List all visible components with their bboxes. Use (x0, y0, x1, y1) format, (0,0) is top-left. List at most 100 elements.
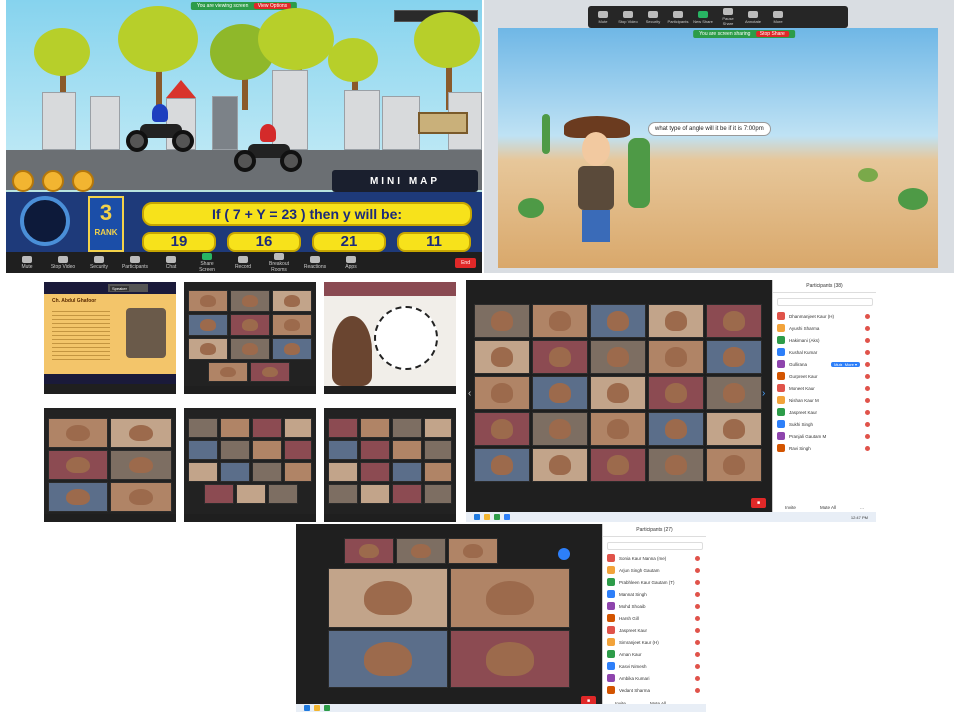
muted-microphone-icon[interactable] (865, 361, 870, 367)
participant-row[interactable]: Jaspreet Kaur (603, 624, 706, 636)
muted-microphone-icon[interactable] (865, 313, 870, 319)
muted-microphone-icon[interactable] (865, 349, 870, 355)
video-tile[interactable] (204, 484, 234, 504)
video-tile[interactable] (236, 484, 266, 504)
video-tile[interactable] (328, 462, 358, 482)
video-tile[interactable] (392, 484, 422, 504)
security-button[interactable]: Security (84, 255, 114, 270)
participant-row[interactable]: Mohd Shoaib (603, 600, 706, 612)
mute-button[interactable]: Mute (592, 10, 614, 24)
video-tile[interactable] (268, 484, 298, 504)
video-tile[interactable] (590, 376, 646, 410)
muted-microphone-icon[interactable] (865, 385, 870, 391)
participant-row[interactable]: Harsh Gill (603, 612, 706, 624)
muted-microphone-icon[interactable] (695, 639, 700, 645)
participants-button[interactable]: Participants (120, 255, 150, 270)
video-tile[interactable] (360, 462, 390, 482)
video-tile[interactable] (448, 538, 498, 564)
answer-option-2[interactable]: 16 (227, 232, 301, 252)
breakout-rooms-button[interactable]: Breakout Rooms (264, 252, 294, 273)
participant-search-input[interactable] (777, 298, 873, 306)
participant-row[interactable]: Arjun Singh Gautam (603, 564, 706, 576)
video-tile-large[interactable] (450, 630, 570, 688)
video-tile[interactable] (360, 484, 390, 504)
video-tile[interactable] (392, 462, 422, 482)
muted-microphone-icon[interactable] (865, 397, 870, 403)
muted-microphone-icon[interactable] (695, 615, 700, 621)
video-tile[interactable] (474, 376, 530, 410)
annotate-button[interactable]: Annotate (742, 10, 764, 24)
participant-row[interactable]: Gullirana Mute More ▾ (773, 358, 876, 370)
video-tile[interactable] (48, 418, 108, 448)
video-tile[interactable] (360, 440, 390, 460)
participant-row[interactable]: Jaspreet Kaur (773, 406, 876, 418)
video-tile-large[interactable] (328, 630, 448, 688)
chrome-icon[interactable] (494, 514, 500, 520)
video-tile[interactable] (424, 462, 452, 482)
video-tile[interactable] (474, 340, 530, 374)
previous-page-arrow-icon[interactable]: ‹ (468, 388, 471, 399)
end-meeting-button[interactable]: End (455, 257, 476, 268)
file-explorer-icon[interactable] (484, 514, 490, 520)
muted-microphone-icon[interactable] (695, 579, 700, 585)
participant-row[interactable]: Mannat Singh (603, 588, 706, 600)
end-meeting-button[interactable]: ■ (750, 498, 766, 508)
sound-button[interactable] (12, 170, 34, 192)
video-tile[interactable] (532, 412, 588, 446)
file-explorer-icon[interactable] (314, 705, 320, 711)
participant-row[interactable]: Sonia Kaur Nanna (me) (603, 552, 706, 564)
video-tile[interactable] (48, 450, 108, 480)
menu-button[interactable] (72, 170, 94, 192)
video-tile[interactable] (474, 448, 530, 482)
video-tile[interactable] (230, 338, 270, 360)
participant-row[interactable]: Nishan Kaur M (773, 394, 876, 406)
muted-microphone-icon[interactable] (695, 591, 700, 597)
participant-row[interactable]: Kasvi Nimesh (603, 660, 706, 672)
participant-row[interactable]: Moneet Kaur (773, 382, 876, 394)
video-tile[interactable] (284, 418, 312, 438)
video-tile[interactable] (590, 412, 646, 446)
participants-button[interactable]: Participants (667, 10, 689, 24)
security-button[interactable]: Security (642, 10, 664, 24)
participant-row[interactable]: Prabhleen Kaur Gautam (T) (603, 576, 706, 588)
chrome-icon[interactable] (324, 705, 330, 711)
video-tile[interactable] (360, 418, 390, 438)
video-tile[interactable] (328, 484, 358, 504)
video-tile[interactable] (424, 418, 452, 438)
record-button[interactable]: Record (228, 255, 258, 270)
video-tile[interactable] (252, 418, 282, 438)
participant-row[interactable]: Ayushi Sharma (773, 322, 876, 334)
video-tile[interactable] (48, 482, 108, 512)
video-tile[interactable] (220, 440, 250, 460)
participant-row[interactable]: Pranjali Gautam M (773, 430, 876, 442)
participant-row[interactable]: Simranjeet Kaur (H) (603, 636, 706, 648)
video-tile[interactable] (230, 290, 270, 312)
video-tile[interactable] (272, 314, 312, 336)
video-tile[interactable] (706, 376, 762, 410)
muted-microphone-icon[interactable] (695, 675, 700, 681)
muted-microphone-icon[interactable] (865, 433, 870, 439)
participant-row[interactable]: Kushal Kumar (773, 346, 876, 358)
video-tile[interactable] (648, 304, 704, 338)
answer-option-1[interactable]: 19 (142, 232, 216, 252)
video-tile[interactable] (648, 340, 704, 374)
video-tile[interactable] (220, 462, 250, 482)
participant-search-input[interactable] (607, 542, 703, 550)
participant-row[interactable]: Gurpreet Kaur (773, 370, 876, 382)
more-tiles-icon[interactable] (558, 548, 570, 560)
video-tile[interactable] (648, 412, 704, 446)
video-tile[interactable] (250, 362, 290, 382)
video-tile[interactable] (396, 538, 446, 564)
stop-video-button[interactable]: Stop Video (48, 255, 78, 270)
muted-microphone-icon[interactable] (865, 409, 870, 415)
participant-more-button[interactable]: More ▾ (841, 361, 860, 367)
video-tile[interactable] (252, 462, 282, 482)
video-tile[interactable] (392, 440, 422, 460)
apps-button[interactable]: Apps (336, 255, 366, 270)
invite-button[interactable]: Invite (785, 505, 796, 510)
video-tile[interactable] (188, 314, 228, 336)
video-tile[interactable] (648, 448, 704, 482)
video-tile[interactable] (424, 484, 452, 504)
video-tile[interactable] (648, 376, 704, 410)
video-tile[interactable] (188, 462, 218, 482)
